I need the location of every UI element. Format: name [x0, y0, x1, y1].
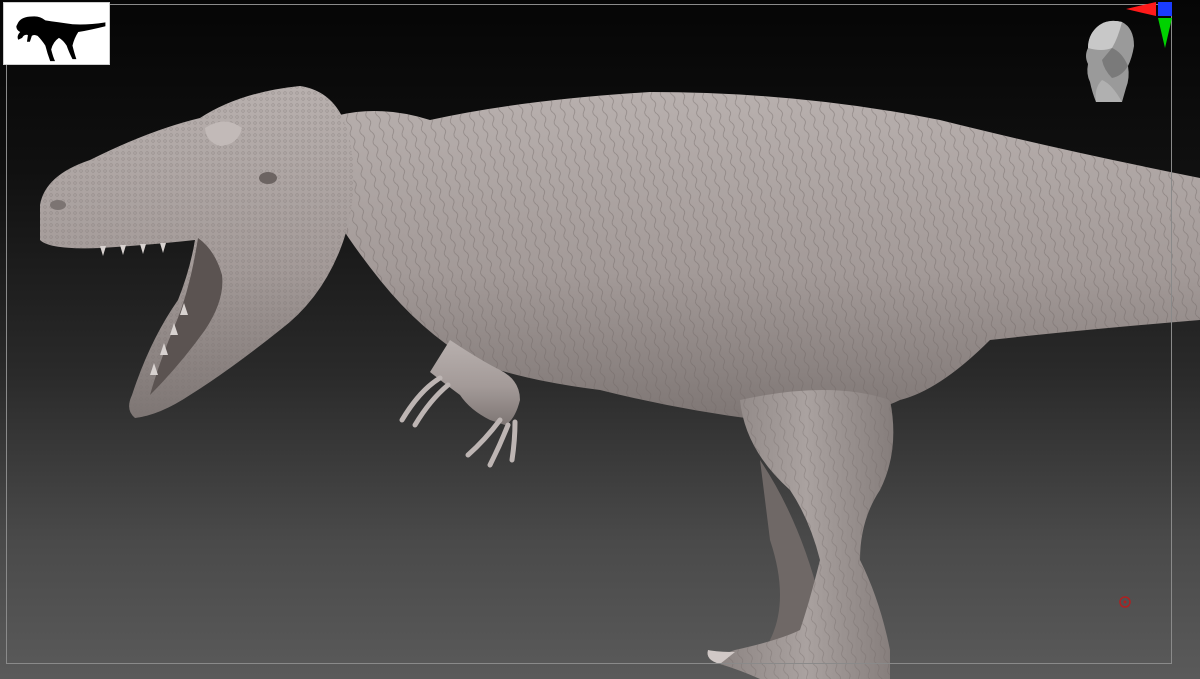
3d-viewport[interactable] — [0, 0, 1200, 679]
y-axis-arrow — [1158, 18, 1172, 48]
z-axis-box — [1158, 2, 1172, 16]
nostril — [50, 200, 66, 210]
thumbnail-preview[interactable] — [3, 2, 110, 65]
pivot-marker-icon[interactable] — [1118, 595, 1132, 609]
eye — [259, 172, 277, 184]
x-axis-arrow — [1126, 2, 1156, 16]
dinosaur-silhouette-icon — [16, 16, 106, 62]
dinosaur-model[interactable] — [0, 0, 1200, 679]
axis-gizmo-icon[interactable] — [1124, 0, 1180, 56]
